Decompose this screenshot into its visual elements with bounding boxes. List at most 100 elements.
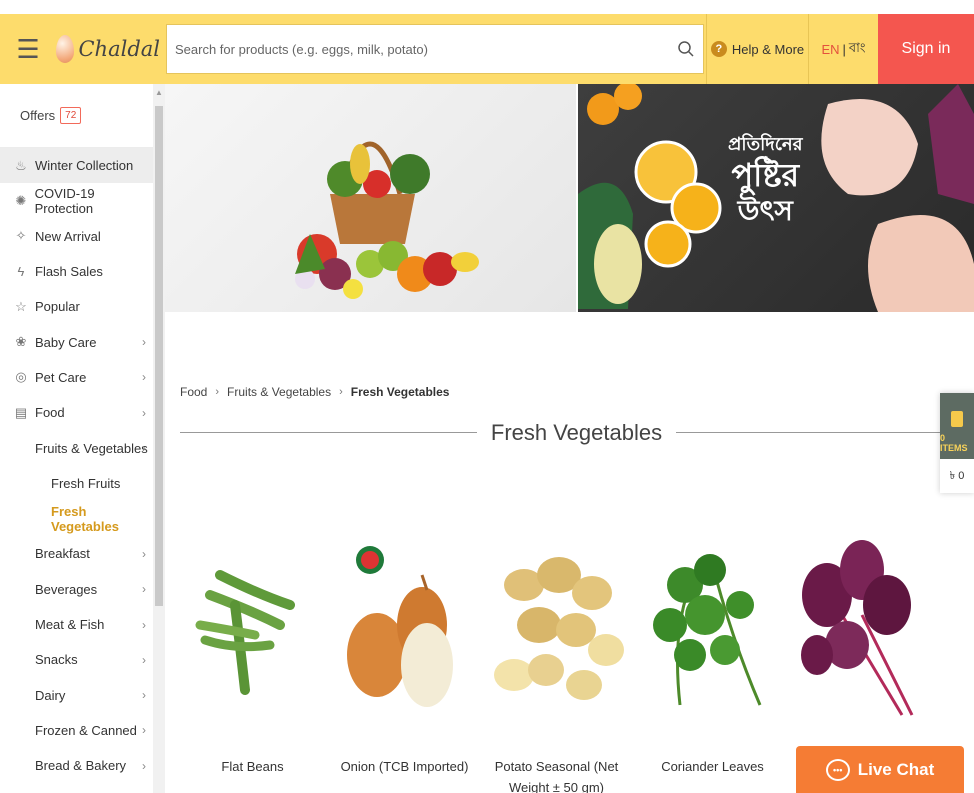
product-card[interactable]: Flat Beans [180,495,325,793]
search-input[interactable] [167,25,669,73]
fruit-basket-image [295,141,479,299]
breadcrumb-food[interactable]: Food [180,385,207,399]
sidebar-item-label: Food [35,405,65,421]
breadcrumb-current: Fresh Vegetables [350,385,450,399]
hamburger-icon[interactable]: ☰ [0,14,56,84]
sidebar-item-fresh-fruits[interactable]: Fresh Fruits [0,466,154,501]
banner-tagline-line2: পুষ্টির [731,156,800,193]
scroll-up-arrow-icon[interactable]: ▲ [153,88,165,97]
sidebar-item-beverages[interactable]: Beverages › [0,572,154,607]
sidebar-item-label: Popular [35,299,80,315]
top-header: ☰ Chaldal ? Help & More EN | বাং Sign in [0,14,974,84]
offers-label: Offers [20,108,56,123]
offers-link[interactable]: Offers 72 [0,84,154,148]
sidebar-item-popular[interactable]: ☆ Popular [0,289,154,324]
product-name[interactable]: Flat Beans [176,756,329,777]
cart-total: ৳ 0 [949,469,965,482]
new-arrival-icon: ✧ [15,228,27,244]
breadcrumb-fruits-vegetables[interactable]: Fruits & Vegetables [227,385,331,399]
chevron-right-icon: › [142,441,146,456]
banner-tagline-line1: প্রতিদিনের [728,134,803,154]
pet-icon: ◎ [15,369,27,385]
signin-button[interactable]: Sign in [878,14,974,84]
sidebar-item-snacks[interactable]: Snacks › [0,642,154,677]
sidebar-item-food[interactable]: ▤ Food › [0,395,154,430]
product-card[interactable]: Potato Seasonal (Net Weight ± 50 gm) [484,495,629,793]
winter-icon: ♨ [15,157,27,173]
help-icon: ? [710,41,727,57]
sidebar-item-bread-bakery[interactable]: Bread & Bakery › [0,748,154,783]
sidebar-item-label: Fruits & Vegetables [35,440,148,456]
sidebar-item-dairy[interactable]: Dairy › [0,677,154,712]
sidebar-item-breakfast[interactable]: Breakfast › [0,536,154,571]
sidebar-item-covid-19-protection[interactable]: ✺ COVID-19 Protection [0,183,154,218]
banner-nutrition[interactable]: প্রতিদিনের পুষ্টির উৎস [578,84,974,312]
product-name[interactable]: Onion (TCB Imported) [328,756,481,777]
chevron-right-icon: › [142,405,146,420]
chevron-right-icon: › [142,652,146,667]
logo[interactable]: Chaldal [56,14,160,84]
sidebar-item-meat-fish[interactable]: Meat & Fish › [0,607,154,642]
title-divider-left [180,432,477,433]
sidebar-item-new-arrival[interactable]: ✧ New Arrival [0,219,154,254]
lang-bn[interactable]: বাং [849,39,866,60]
sidebar-item-label: Snacks [35,652,78,668]
potato-image [494,557,624,700]
breadcrumb-separator-icon: › [215,386,220,398]
chevron-right-icon: › [142,546,146,561]
offers-count-badge: 72 [60,107,82,124]
chevron-right-icon: › [142,370,146,385]
help-label: Help & More [731,41,805,57]
flat-beans-image [195,570,295,695]
sidebar-item-label: New Arrival [35,228,101,244]
sidebar-item-label: Fresh Vegetables [51,503,119,534]
banner-fruits-basket[interactable] [165,84,576,312]
product-card[interactable]: Coriander Leaves [640,495,785,793]
category-nav: ♨ Winter Collection ✺ COVID-19 Protection ✧ N… [0,148,154,783]
sidebar-item-label: Pet Care [35,369,87,385]
sidebar-item-fresh-vegetables[interactable]: Fresh Vegetables [0,501,154,536]
live-chat-button[interactable]: ••• Live Chat [796,746,964,793]
onion-image [347,546,453,707]
virus-icon: ✺ [15,192,27,208]
sidebar: Offers 72 ♨ Winter Collection ✺ COVID-19 Pr… [0,84,155,793]
egg-logo-icon [56,35,75,63]
language-toggle[interactable]: EN | বাং [808,14,878,84]
sidebar-item-label: Frozen & Canned [35,722,137,738]
sidebar-item-frozen-canned[interactable]: Frozen & Canned › [0,713,154,748]
logo-text: Chaldal [78,37,160,61]
sidebar-item-winter-collection[interactable]: ♨ Winter Collection [0,148,154,184]
product-name[interactable]: Potato Seasonal (Net Weight ± 50 gm) [480,756,633,793]
food-icon: ▤ [14,404,28,420]
sidebar-item-label: Bread & Bakery [35,758,127,774]
breadcrumb-separator-icon: › [339,386,343,398]
sidebar-item-flash-sales[interactable]: ϟ Flash Sales [0,254,154,289]
live-chat-label: Live Chat [857,759,935,779]
sidebar-item-label: Baby Care [35,334,97,350]
sidebar-scrollbar[interactable]: ▲ [153,84,165,793]
sidebar-item-label: Beverages [35,581,98,597]
chevron-right-icon: › [142,335,146,350]
search-icon[interactable] [669,32,703,66]
sidebar-item-baby-care[interactable]: ❀ Baby Care › [0,324,154,359]
scrollbar-thumb[interactable] [155,106,163,606]
red-amaranth-image [801,540,914,716]
sidebar-item-pet-care[interactable]: ◎ Pet Care › [0,360,154,395]
star-icon: ☆ [15,298,27,314]
breadcrumb: Food › Fruits & Vegetables › Fresh Veget… [180,385,449,399]
cart-items-panel: 0 ITEMS [940,393,974,459]
page-title: Fresh Vegetables [490,420,663,445]
sidebar-item-label: Meat & Fish [35,617,105,632]
coriander-image [653,554,762,706]
sidebar-item-fruits-vegetables[interactable]: Fruits & Vegetables › [0,430,154,465]
product-card[interactable]: Onion (TCB Imported) [332,495,477,793]
chevron-right-icon: › [142,617,146,632]
lang-en[interactable]: EN [821,42,839,57]
product-name[interactable]: Coriander Leaves [636,756,789,777]
sidebar-item-label: Dairy [35,687,66,703]
floating-cart[interactable]: 0 ITEMS ৳ 0 [940,393,974,493]
section-header: Fresh Vegetables [180,420,974,450]
baby-icon: ❀ [15,334,27,350]
help-button[interactable]: ? Help & More [706,14,808,84]
sidebar-item-label: Fresh Fruits [51,475,121,491]
